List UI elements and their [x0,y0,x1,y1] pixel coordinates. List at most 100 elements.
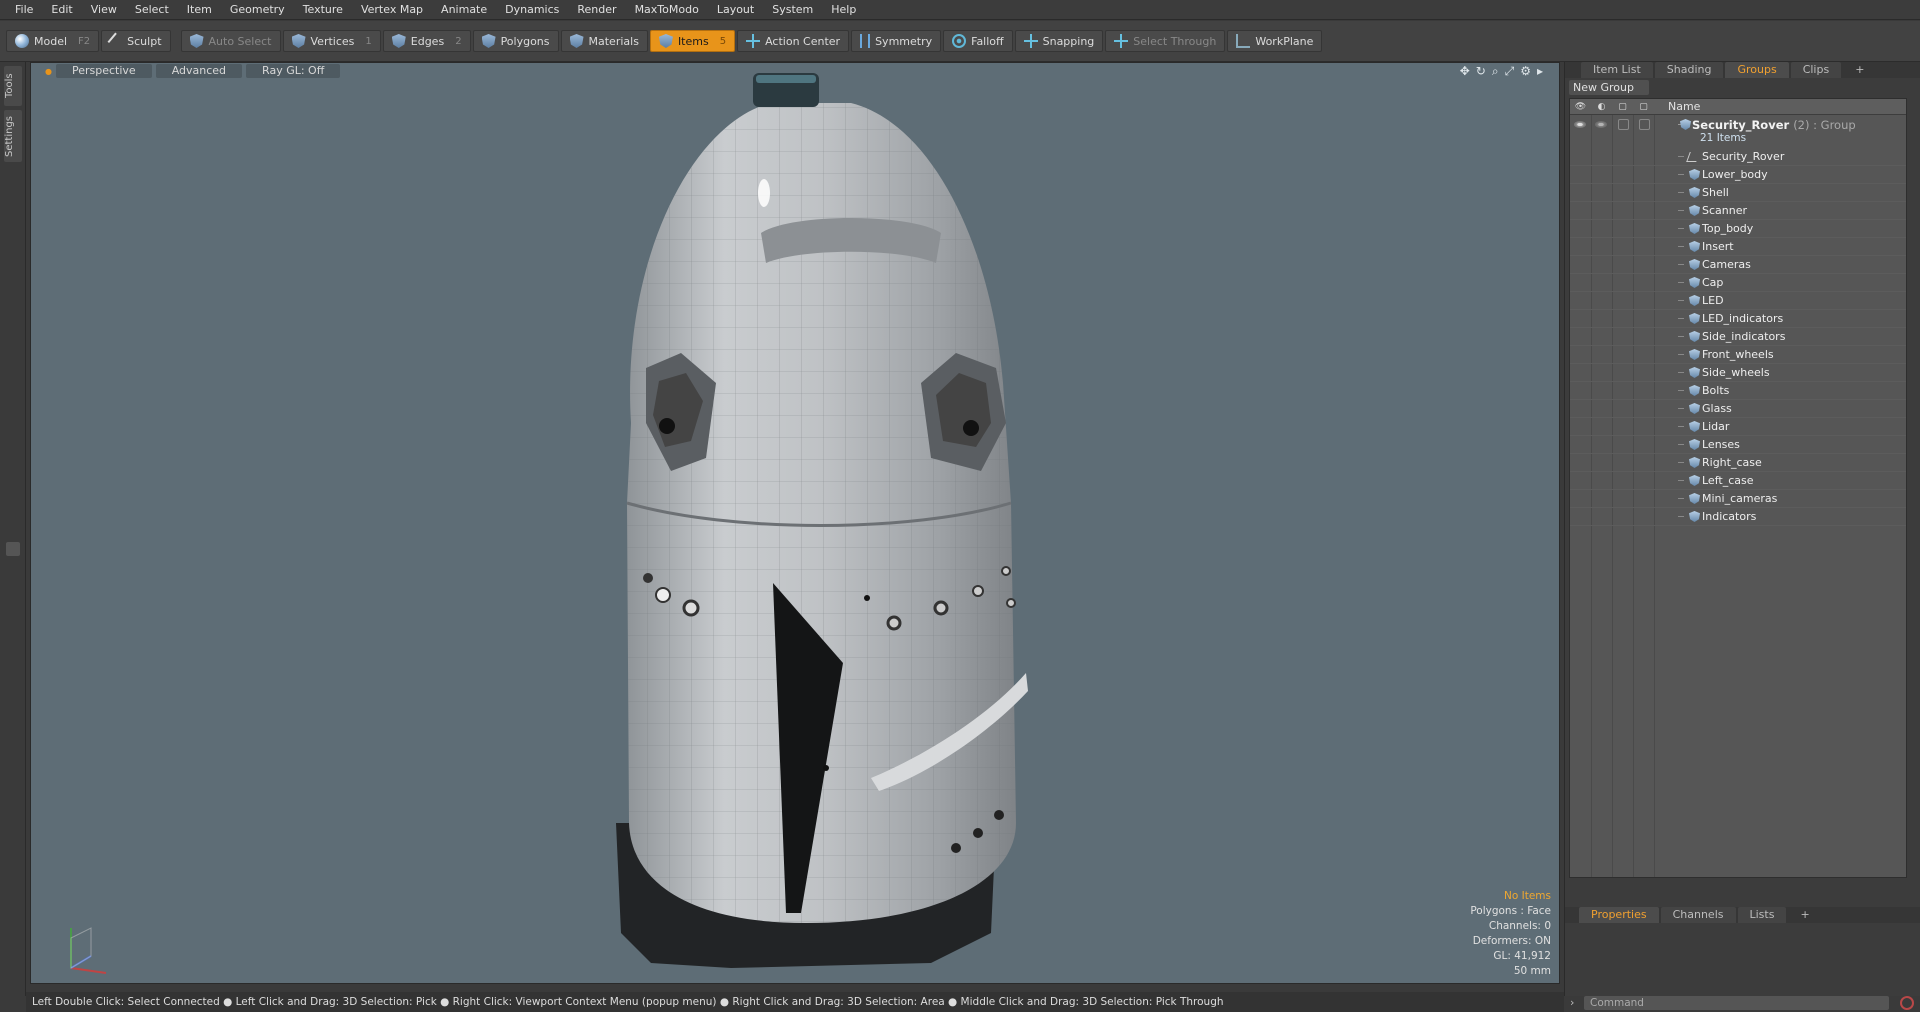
lock-column-icon[interactable]: ▢ [1612,102,1633,112]
edges-mode-button[interactable]: Edges 2 [382,30,471,52]
list-item[interactable]: Front_wheels [1570,346,1906,364]
menu-maxtomodo[interactable]: MaxToModo [626,0,708,20]
visibility-column-icon[interactable]: 👁 [1570,102,1591,112]
tab-properties[interactable]: Properties [1579,907,1659,923]
list-item[interactable]: Mini_cameras [1570,490,1906,508]
item-label: LED [1702,294,1724,307]
snapping-button[interactable]: Snapping [1014,30,1104,52]
list-item[interactable]: Scanner [1570,202,1906,220]
items-mode-button[interactable]: Items 5 [649,30,736,52]
sculpt-mode-button[interactable]: Sculpt [101,30,171,52]
list-item[interactable]: Glass [1570,400,1906,418]
list-item[interactable]: Cap [1570,274,1906,292]
menu-edit[interactable]: Edit [42,0,81,20]
mesh-icon [1689,169,1700,180]
command-input[interactable]: Command [1584,996,1889,1010]
command-stop-icon[interactable] [1900,996,1914,1010]
status-bar: Left Double Click: Select Connected ● Le… [26,992,1564,1012]
mesh-icon [1689,403,1700,414]
tab-channels[interactable]: Channels [1660,907,1736,923]
list-item[interactable]: Top_body [1570,220,1906,238]
tab-item-list[interactable]: Item List [1581,62,1653,78]
vertices-mode-button[interactable]: Vertices 1 [282,30,381,52]
add-tab-button[interactable]: + [1843,62,1876,78]
snapping-icon [1023,34,1038,48]
security-rover-model[interactable] [31,63,1560,984]
list-item[interactable]: LED_indicators [1570,310,1906,328]
list-item[interactable]: Left_case [1570,472,1906,490]
mesh-icon [1689,367,1700,378]
list-item[interactable]: Side_indicators [1570,328,1906,346]
list-item[interactable]: Lower_body [1570,166,1906,184]
falloff-button[interactable]: Falloff [943,30,1013,52]
select-column-icon[interactable]: ▢ [1633,102,1654,112]
command-history-icon[interactable]: › [1570,996,1574,1009]
tree-connector [1678,444,1684,445]
tree-connector [1678,498,1684,499]
tab-lists[interactable]: Lists [1737,907,1787,923]
action-center-button[interactable]: Action Center [737,30,850,52]
menu-view[interactable]: View [82,0,126,20]
mesh-icon [1689,475,1700,486]
menu-dynamics[interactable]: Dynamics [496,0,568,20]
tools-tab[interactable]: Tools [4,66,22,106]
panel-toggle-icon[interactable] [6,542,20,556]
polygons-mode-button[interactable]: Polygons [472,30,559,52]
list-item[interactable]: LED [1570,292,1906,310]
menu-vertex-map[interactable]: Vertex Map [352,0,432,20]
tab-groups[interactable]: Groups [1725,62,1789,78]
mesh-icon [1689,349,1700,360]
model-mode-button[interactable]: Model F2 [6,30,100,52]
groups-tree: 👁 ◐ ▢ ▢ Name Security_Rover (2) : Group … [1569,98,1907,878]
menu-help[interactable]: Help [822,0,865,20]
tab-shading[interactable]: Shading [1654,62,1724,78]
mesh-icon [1689,511,1700,522]
item-label: Security_Rover [1702,150,1785,163]
mesh-icon [1689,295,1700,306]
menu-layout[interactable]: Layout [708,0,763,20]
list-item[interactable]: Bolts [1570,382,1906,400]
group-lock-checkbox[interactable] [1618,119,1629,130]
group-item-count: 21 Items [1700,132,1747,144]
list-item[interactable]: Side_wheels [1570,364,1906,382]
materials-mode-button[interactable]: Materials [560,30,648,52]
list-item[interactable]: Right_case [1570,454,1906,472]
item-label: Cameras [1702,258,1751,271]
list-item[interactable]: Insert [1570,238,1906,256]
menu-animate[interactable]: Animate [432,0,496,20]
list-item[interactable]: Lenses [1570,436,1906,454]
group-render-icon[interactable] [1595,121,1607,128]
list-item[interactable]: Shell [1570,184,1906,202]
settings-tab[interactable]: Settings [4,110,22,162]
group-row[interactable]: Security_Rover (2) : Group 21 Items [1570,116,1906,146]
properties-tabs: Properties Channels Lists + [1565,907,1920,923]
group-select-checkbox[interactable] [1639,119,1650,130]
list-item[interactable]: Security_Rover [1570,148,1906,166]
brush-icon [107,32,125,50]
add-lower-tab-button[interactable]: + [1788,907,1821,923]
menu-geometry[interactable]: Geometry [221,0,294,20]
menu-texture[interactable]: Texture [294,0,352,20]
workplane-button[interactable]: WorkPlane [1227,30,1323,52]
select-through-button[interactable]: Select Through [1105,30,1226,52]
gl-stat: GL: 41,912 [1493,950,1551,962]
auto-select-button[interactable]: Auto Select [180,30,281,52]
item-label: Top_body [1702,222,1754,235]
selection-stat: No Items [1504,890,1551,902]
menu-render[interactable]: Render [568,0,625,20]
menu-item[interactable]: Item [178,0,221,20]
list-item[interactable]: Cameras [1570,256,1906,274]
new-group-button[interactable]: New Group [1569,80,1649,95]
name-column-header[interactable]: Name [1668,100,1700,113]
list-item[interactable]: Lidar [1570,418,1906,436]
list-item[interactable]: Indicators [1570,508,1906,526]
symmetry-button[interactable]: Symmetry [851,30,942,52]
menu-system[interactable]: System [763,0,822,20]
menu-select[interactable]: Select [126,0,178,20]
tab-clips[interactable]: Clips [1790,62,1842,78]
group-visibility-icon[interactable] [1574,121,1586,128]
tree-connector [1678,228,1684,229]
menu-file[interactable]: File [6,0,42,20]
3d-viewport[interactable]: ● Perspective Advanced Ray GL: Off ✥ ↻ ⌕… [30,62,1560,984]
render-column-icon[interactable]: ◐ [1591,102,1612,112]
